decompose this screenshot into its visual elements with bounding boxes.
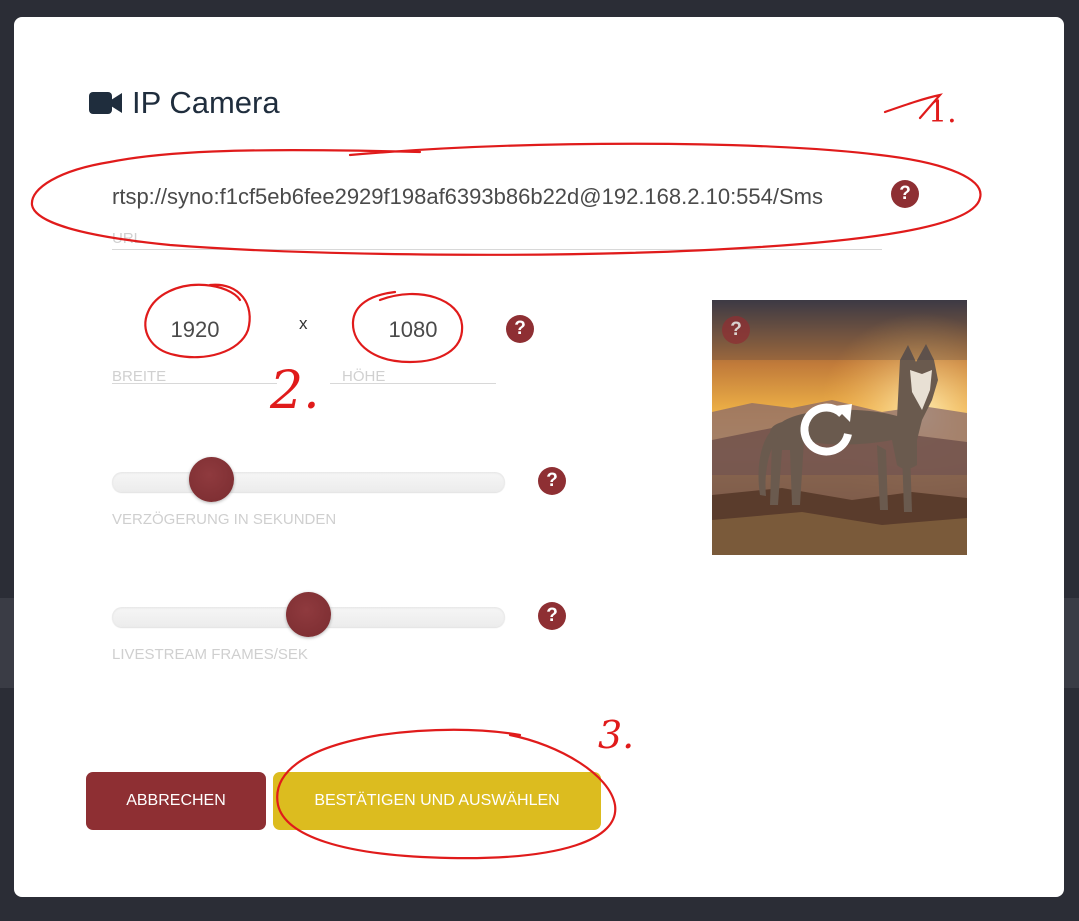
ip-camera-dialog: IP Camera URL ? 1920 BREITE x 1080 HÖHE … <box>14 17 1064 897</box>
preview-help-icon[interactable]: ? <box>722 316 750 344</box>
url-input[interactable] <box>112 182 882 212</box>
height-label: HÖHE <box>342 368 386 385</box>
url-help-icon[interactable]: ? <box>891 180 919 208</box>
delay-slider-track[interactable] <box>112 472 505 492</box>
fps-help-icon[interactable]: ? <box>538 602 566 630</box>
dialog-title: IP Camera <box>89 85 280 121</box>
dimensions-help-icon[interactable]: ? <box>506 315 534 343</box>
width-input[interactable]: 1920 <box>150 317 240 343</box>
url-field: URL <box>112 177 882 251</box>
cancel-button[interactable]: ABBRECHEN <box>86 772 266 830</box>
confirm-select-button[interactable]: BESTÄTIGEN UND AUSWÄHLEN <box>273 772 601 830</box>
url-underline <box>112 249 882 250</box>
width-label: BREITE <box>112 368 167 385</box>
delay-slider-label: VERZÖGERUNG IN SEKUNDEN <box>112 511 337 528</box>
dialog-title-text: IP Camera <box>132 85 280 120</box>
delay-help-icon[interactable]: ? <box>538 467 566 495</box>
height-input[interactable]: 1080 <box>368 317 458 343</box>
refresh-icon[interactable] <box>798 400 858 460</box>
dimension-separator: x <box>299 314 308 333</box>
background-band <box>0 598 14 688</box>
delay-slider-thumb[interactable] <box>188 457 234 502</box>
url-label: URL <box>112 230 143 247</box>
fps-slider-label: LIVESTREAM FRAMES/SEK <box>112 646 308 663</box>
camera-preview-image[interactable]: ? <box>712 300 967 555</box>
fps-slider-thumb[interactable] <box>286 592 331 637</box>
background-band <box>1064 598 1079 688</box>
video-camera-icon <box>89 92 122 114</box>
